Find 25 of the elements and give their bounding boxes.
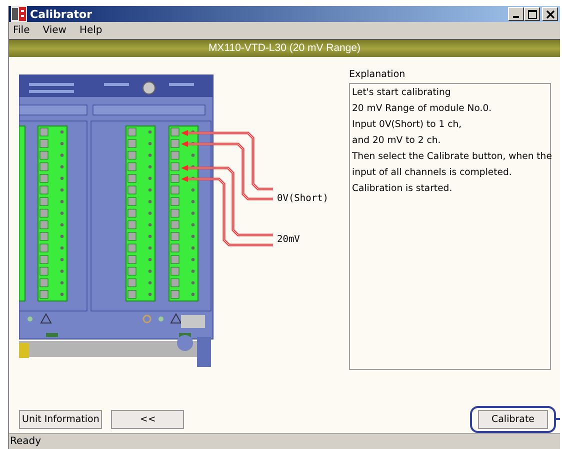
minimize-button[interactable] <box>508 7 524 21</box>
maximize-icon <box>528 10 536 18</box>
signal-label: 0V(Short) <box>277 192 328 204</box>
explanation-text: and 20 mV to 2 ch. <box>352 134 442 147</box>
menu-item[interactable]: Help <box>79 24 102 36</box>
close-button[interactable] <box>542 7 558 21</box>
menu-item[interactable]: View <box>42 24 66 36</box>
explanation-text: Let's start calibrating <box>352 86 452 99</box>
signal-label: 20mV <box>277 234 300 245</box>
calibrate-button[interactable]: Calibrate <box>478 410 548 429</box>
minimize-icon <box>513 16 519 18</box>
menu-item[interactable]: File <box>13 24 30 36</box>
explanation-label: Explanation <box>349 68 406 80</box>
explanation-text: Calibration is started. <box>352 182 454 195</box>
close-icon <box>546 10 554 18</box>
maximize-button[interactable] <box>524 7 540 21</box>
action-button[interactable]: Unit Information <box>19 410 102 429</box>
action-button[interactable]: << <box>111 410 184 429</box>
status-text: Ready <box>10 436 42 447</box>
explanation-text: Input 0V(Short) to 1 ch, <box>352 118 463 131</box>
window-title: Calibrator <box>30 8 93 20</box>
explanation-text: 20 mV Range of module No.0. <box>352 102 493 115</box>
app-icon <box>11 6 27 22</box>
explanation-text: input of all channels is completed. <box>352 166 513 179</box>
header-title: MX110-VTD-L30 (20 mV Range) <box>208 42 361 54</box>
